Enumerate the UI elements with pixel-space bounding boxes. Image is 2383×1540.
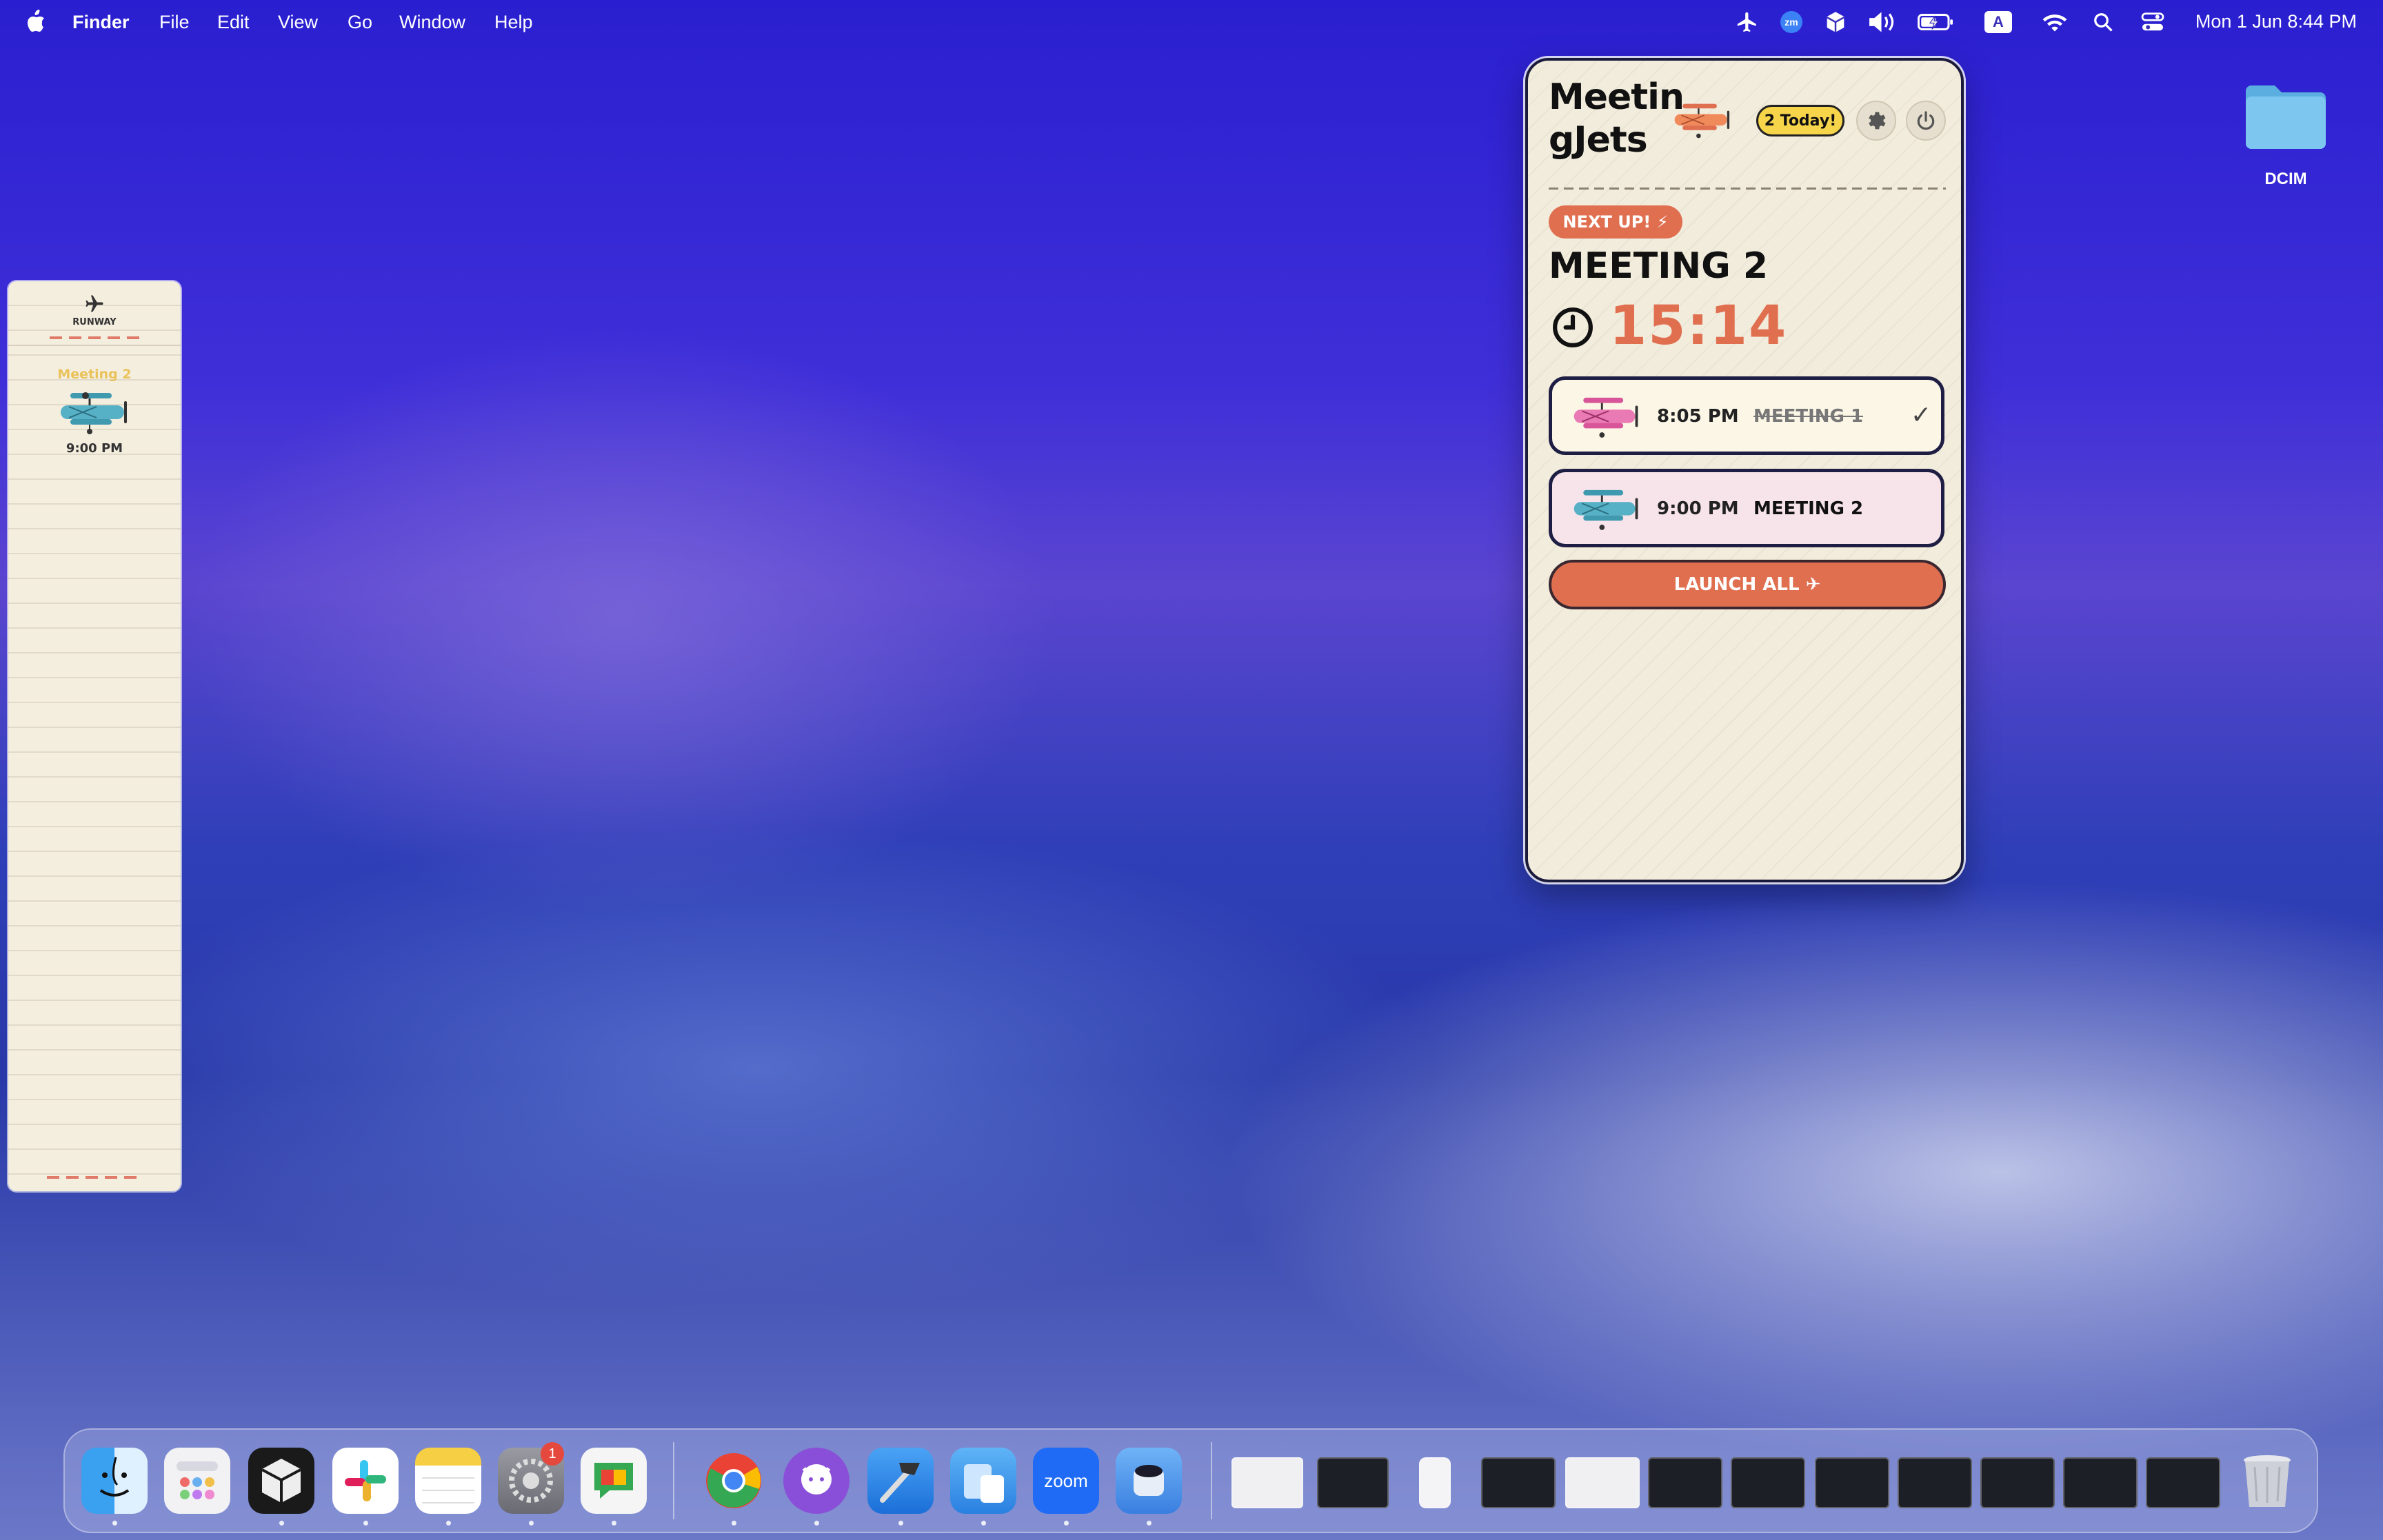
google-chat-icon[interactable] (581, 1448, 647, 1514)
finder-icon[interactable] (81, 1448, 148, 1514)
menu-edit[interactable]: Edit (217, 12, 250, 33)
running-indicator (612, 1521, 616, 1526)
header-divider (1549, 188, 1946, 190)
running-indicator (363, 1521, 368, 1526)
window-thumbnail[interactable] (1980, 1457, 2055, 1508)
control-center-icon[interactable] (2138, 7, 2168, 37)
meeting-card-2[interactable]: 9:00 PM MEETING 2 (1549, 469, 1944, 547)
checkmark-icon: ✓ (1911, 401, 1932, 429)
zoom-icon[interactable]: zm (1778, 7, 1805, 37)
power-button[interactable] (1906, 101, 1946, 141)
running-indicator (981, 1521, 986, 1526)
window-thumbnail[interactable] (1648, 1457, 1722, 1508)
zoom-app-icon[interactable]: zoom (1033, 1448, 1099, 1514)
notes-icon[interactable] (415, 1448, 481, 1514)
window-thumbnail[interactable] (1565, 1457, 1640, 1508)
power-icon (1917, 111, 1935, 130)
zoom-icon-glyph: zm (1780, 11, 1802, 33)
apple-menu-icon[interactable] (26, 10, 46, 33)
runway-top-divider (50, 336, 146, 339)
slack-icon[interactable] (332, 1448, 399, 1514)
window-thumbnail[interactable] (1815, 1457, 1889, 1508)
next-up-badge: NEXT UP! ⚡ (1549, 205, 1682, 239)
window-thumbnail[interactable] (2146, 1457, 2220, 1508)
simulator-icon[interactable] (950, 1448, 1016, 1514)
window-thumbnail[interactable] (1231, 1457, 1303, 1508)
volume-icon[interactable] (1866, 7, 1899, 37)
search-icon[interactable] (2089, 7, 2117, 37)
countdown-timer: 15:14 (1609, 295, 1788, 357)
running-indicator (1147, 1521, 1152, 1526)
window-thumbnail[interactable] (1481, 1457, 1556, 1508)
xcode-icon[interactable] (867, 1448, 934, 1514)
menu-file[interactable]: File (159, 12, 190, 33)
airplane-icon[interactable] (1732, 7, 1762, 37)
gear-icon (1869, 112, 1886, 130)
window-thumbnail[interactable] (2063, 1457, 2138, 1508)
runway-label: RUNWAY (72, 317, 117, 327)
window-thumbnail[interactable] (1419, 1457, 1451, 1508)
meeting-2-time: 9:00 PM (1657, 498, 1739, 519)
window-thumbnail[interactable] (1898, 1457, 1972, 1508)
running-indicator (529, 1521, 534, 1526)
running-indicator (732, 1521, 736, 1526)
input-source-letter: A (1984, 11, 2012, 33)
menu-app-name[interactable]: Finder (72, 12, 130, 33)
box-app-icon[interactable] (248, 1448, 314, 1514)
chrome-icon[interactable] (701, 1448, 767, 1514)
menu-help[interactable]: Help (494, 12, 533, 33)
meetingjets-panel: Meetin gJets 2 Today! NEXT UP! ⚡ MEETING… (1525, 58, 1964, 882)
menu-window[interactable]: Window (399, 12, 465, 33)
meeting-1-name: MEETING 1 (1753, 406, 1864, 427)
today-count-badge: 2 Today! (1756, 105, 1844, 136)
folder-icon[interactable] (2243, 81, 2329, 150)
runway-meeting-name: Meeting 2 (57, 367, 132, 382)
biplane-icon (1573, 397, 1638, 438)
meeting-2-name: MEETING 2 (1753, 498, 1864, 519)
runway-bottom-divider (47, 1176, 143, 1179)
meetingjets-app-icon[interactable] (1116, 1448, 1182, 1514)
biplane-icon[interactable] (55, 389, 135, 434)
clock-icon (1553, 307, 1593, 347)
next-meeting-title: MEETING 2 (1549, 245, 1769, 287)
running-indicator (1064, 1521, 1069, 1526)
menubar-clock[interactable]: Mon 1 Jun 8:44 PM (2195, 11, 2357, 32)
running-indicator (279, 1521, 284, 1526)
app-title: Meetin gJets (1549, 77, 1685, 161)
menu-bar: Finder File Edit View Go Window Help zm … (0, 0, 2383, 44)
runway-meeting-time: 9:00 PM (66, 441, 123, 456)
battery-icon[interactable] (1917, 7, 1955, 37)
input-source-icon[interactable]: A (1983, 7, 2013, 37)
dock-separator (673, 1442, 674, 1519)
box-icon[interactable] (1822, 7, 1849, 37)
biplane-logo-icon (1674, 103, 1730, 139)
running-indicator (814, 1521, 819, 1526)
running-indicator (446, 1521, 451, 1526)
github-desktop-icon[interactable] (783, 1448, 849, 1514)
launchpad-icon[interactable] (164, 1448, 230, 1514)
meeting-card-1[interactable]: 8:05 PM MEETING 1 ✓ (1549, 376, 1944, 455)
folder-label: DCIM (2264, 170, 2307, 188)
launch-all-button[interactable]: LAUNCH ALL ✈ (1549, 560, 1946, 609)
airplane-icon (86, 295, 103, 312)
runway-panel: RUNWAY Meeting 2 9:00 PM (8, 281, 181, 1191)
menu-view[interactable]: View (278, 12, 318, 33)
notification-badge: 1 (541, 1442, 564, 1466)
running-indicator (112, 1521, 117, 1526)
window-thumbnail[interactable] (1317, 1457, 1389, 1508)
dock-separator (1211, 1442, 1212, 1519)
runway-separator (8, 345, 181, 346)
meeting-1-time: 8:05 PM (1657, 406, 1739, 427)
wifi-icon[interactable] (2040, 7, 2070, 37)
running-indicator (898, 1521, 903, 1526)
biplane-icon (1573, 489, 1638, 530)
settings-button[interactable] (1856, 101, 1896, 141)
menu-go[interactable]: Go (348, 12, 372, 33)
window-thumbnail[interactable] (1731, 1457, 1805, 1508)
trash-icon[interactable] (2234, 1448, 2300, 1514)
